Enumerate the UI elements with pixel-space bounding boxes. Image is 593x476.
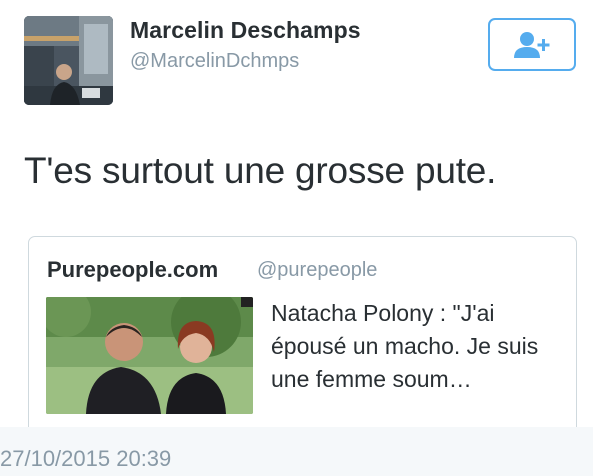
tweet-card: Marcelin Deschamps @MarcelinDchmps T'es …: [0, 0, 593, 427]
display-name[interactable]: Marcelin Deschamps: [130, 17, 361, 44]
avatar-photo: [24, 16, 113, 105]
follow-button[interactable]: [488, 18, 576, 71]
page: Marcelin Deschamps @MarcelinDchmps T'es …: [0, 0, 593, 476]
tweet-text: T'es surtout une grosse pute.: [24, 150, 497, 191]
avatar[interactable]: [24, 16, 113, 105]
quoted-tweet-card[interactable]: Purepeople.com @purepeople Natacha Polon…: [28, 236, 577, 427]
add-user-icon: [514, 31, 550, 58]
quoted-author-name[interactable]: Purepeople.com: [47, 257, 218, 283]
quoted-tweet-text: Natacha Polony : "J'ai épousé un macho. …: [271, 300, 539, 392]
quoted-thumbnail[interactable]: [46, 297, 253, 414]
user-handle[interactable]: @MarcelinDchmps: [130, 50, 299, 73]
thumbnail-image: [46, 297, 253, 414]
quoted-author-handle[interactable]: @purepeople: [257, 259, 377, 282]
timestamp[interactable]: 27/10/2015 20:39: [0, 446, 171, 472]
